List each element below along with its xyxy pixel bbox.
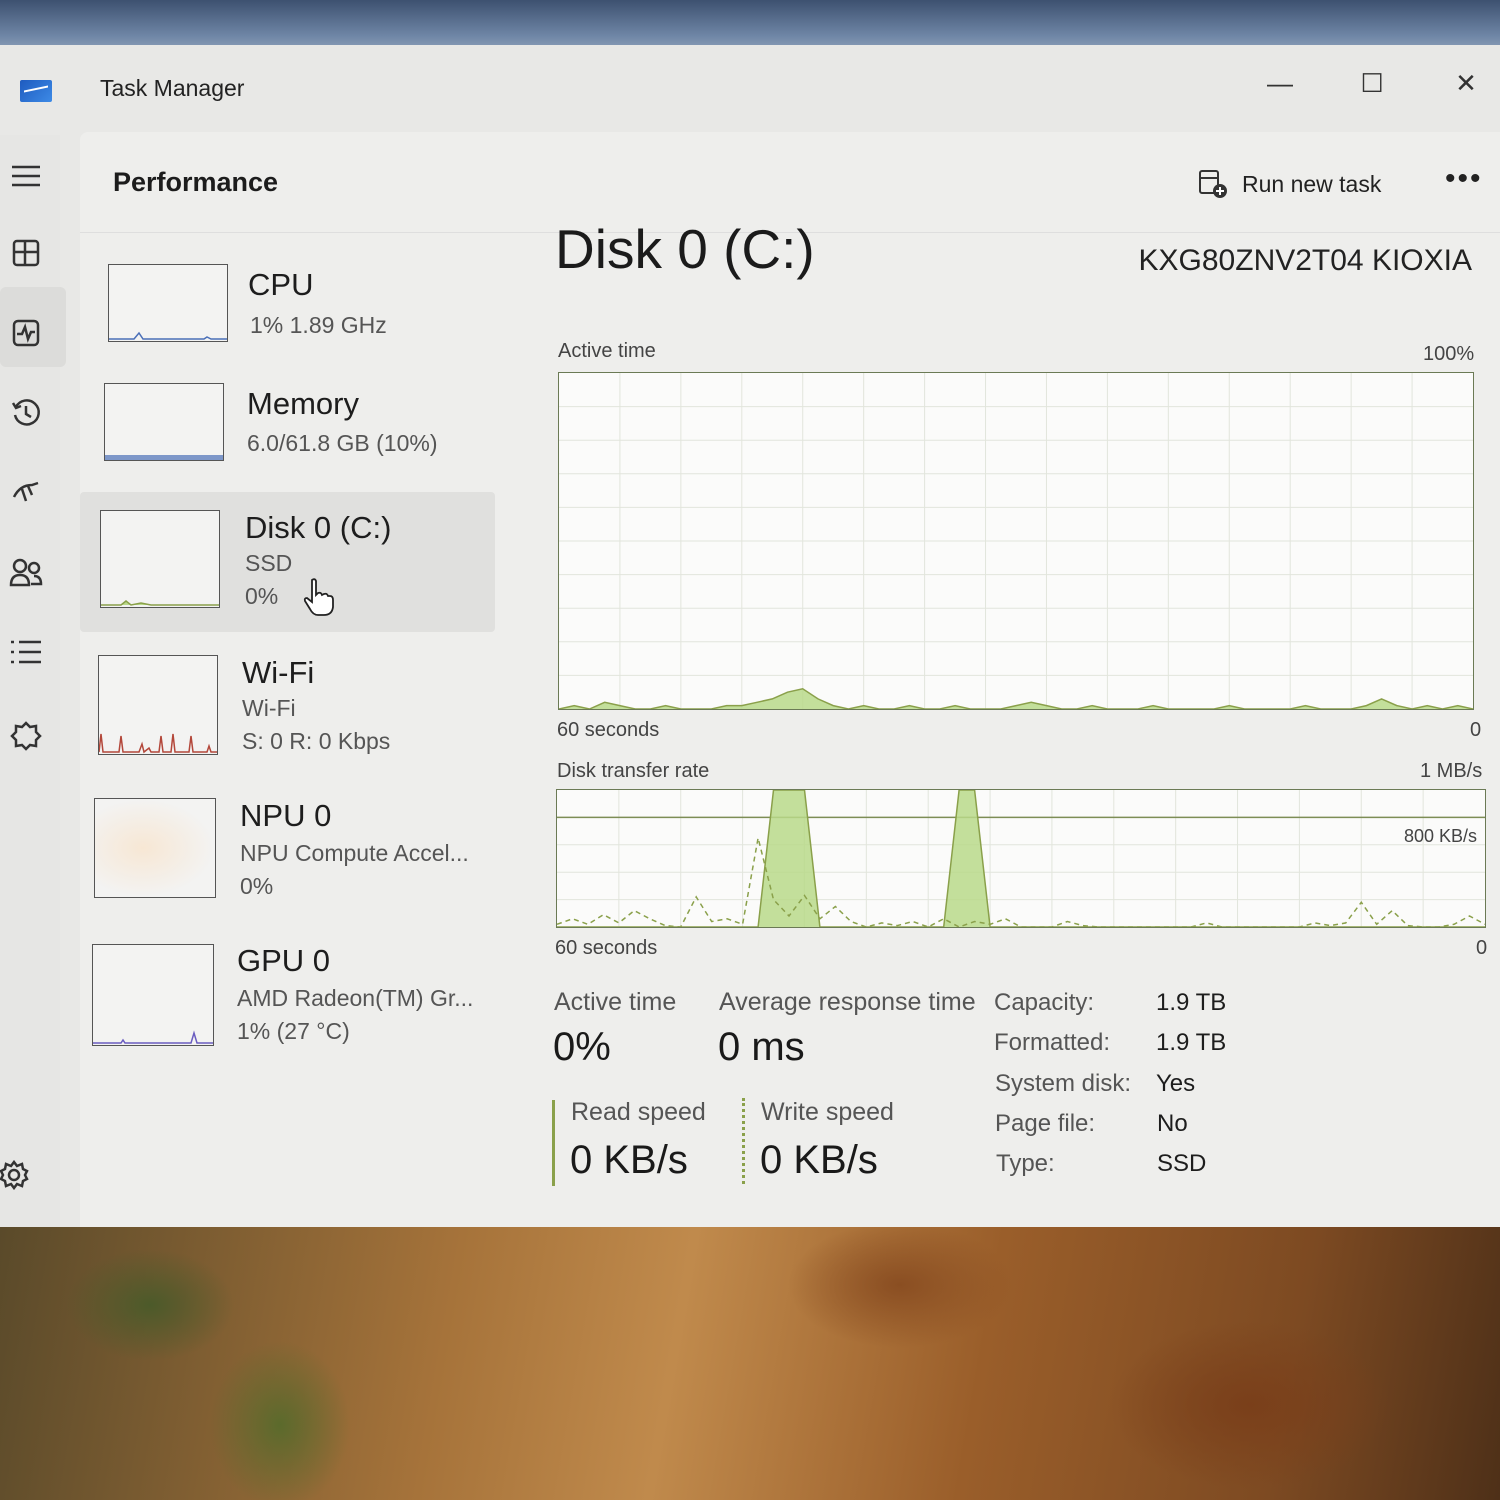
prop-system-disk-key: System disk:: [995, 1070, 1132, 1097]
close-button[interactable]: ✕: [1446, 63, 1486, 103]
disk-thumbnail-graph: [100, 510, 220, 608]
prop-formatted-key: Formatted:: [994, 1029, 1111, 1056]
stat-read-value: 0 KB/s: [570, 1138, 688, 1182]
desktop-wallpaper-rocks: [0, 1225, 1500, 1500]
performance-icon[interactable]: [6, 318, 46, 358]
sidebar-item-sub: Wi-Fi: [242, 695, 296, 721]
sidebar-item-sub: S: 0 R: 0 Kbps: [242, 728, 391, 754]
sidebar-item-sub: 1% (27 °C): [237, 1018, 350, 1044]
resource-item-memory[interactable]: Memory 6.0/61.8 GB (10%): [80, 372, 495, 512]
sidebar-item-name: GPU 0: [237, 943, 331, 978]
hamburger-icon[interactable]: [6, 160, 46, 200]
processes-icon[interactable]: [6, 238, 46, 278]
maximize-button[interactable]: ☐: [1352, 63, 1392, 103]
transfer-graph-max: 1 MB/s: [1420, 760, 1483, 782]
active-time-x-left: 60 seconds: [557, 719, 660, 741]
sidebar-item-name: NPU 0: [240, 798, 332, 833]
active-time-series-line: [558, 687, 1474, 710]
active-time-x-right: 0: [1470, 719, 1482, 741]
sidebar-item-sub: SSD: [245, 550, 293, 576]
resource-item-disk-0[interactable]: Disk 0 (C:) SSD 0%: [80, 492, 495, 632]
wifi-thumbnail-graph: [98, 655, 218, 755]
navigation-rail: [0, 135, 66, 1227]
startup-icon[interactable]: [6, 477, 46, 517]
stat-write-label: Write speed: [761, 1098, 894, 1126]
page-title: Performance: [113, 167, 279, 197]
sidebar-item-sub: 0%: [240, 873, 274, 899]
prop-system-disk-value: Yes: [1156, 1070, 1196, 1097]
npu-thumbnail-graph: [94, 798, 216, 898]
hand-cursor-icon: [302, 577, 336, 626]
disk-model: KXG80ZNV2T04 KIOXIA: [1138, 244, 1472, 277]
performance-page: Performance Run new task ••• CPU 1% 1.89…: [80, 132, 1500, 1227]
prop-formatted-value: 1.9 TB: [1156, 1029, 1227, 1056]
run-new-task-button[interactable]: Run new task: [1198, 164, 1381, 204]
sidebar-item-name: Memory: [247, 386, 359, 421]
prop-page-file-key: Page file:: [995, 1110, 1096, 1137]
services-icon[interactable]: [6, 720, 46, 760]
read-series-fill: [557, 790, 1485, 927]
stat-write-value: 0 KB/s: [760, 1138, 878, 1182]
active-time-graph-max: 100%: [1423, 343, 1475, 365]
active-time-graph-label: Active time: [558, 340, 656, 362]
sidebar-item-sub: 6.0/61.8 GB (10%): [247, 430, 438, 456]
title-bar[interactable]: Task Manager — ☐ ✕: [0, 45, 1500, 135]
stat-active-time-label: Active time: [554, 988, 677, 1016]
write-series-line: [556, 837, 1486, 928]
write-speed-indicator: [742, 1098, 745, 1184]
resource-item-wifi[interactable]: Wi-Fi Wi-Fi S: 0 R: 0 Kbps: [80, 637, 495, 777]
disk-detail-title: Disk 0 (C:): [555, 218, 815, 280]
resource-item-npu-0[interactable]: NPU 0 NPU Compute Accel... 0%: [80, 782, 495, 922]
gpu-thumbnail-graph: [92, 944, 214, 1046]
resource-item-cpu[interactable]: CPU 1% 1.89 GHz: [80, 252, 495, 392]
stat-avg-response-value: 0 ms: [718, 1025, 805, 1069]
active-time-graph: [558, 372, 1474, 710]
task-manager-window: Task Manager — ☐ ✕ Performance Run new t…: [0, 45, 1500, 1227]
minimize-button[interactable]: —: [1260, 63, 1300, 103]
resource-item-gpu-0[interactable]: GPU 0 AMD Radeon(TM) Gr... 1% (27 °C): [80, 927, 495, 1067]
prop-type-value: SSD: [1157, 1150, 1207, 1177]
transfer-graph-label: Disk transfer rate: [557, 760, 710, 782]
sidebar-item-name: Disk 0 (C:): [245, 510, 392, 545]
sidebar-item-sub: 0%: [245, 583, 279, 609]
run-new-task-label: Run new task: [1242, 170, 1382, 197]
settings-icon[interactable]: [0, 1159, 34, 1200]
app-history-icon[interactable]: [6, 397, 46, 437]
cpu-thumbnail-graph: [108, 264, 228, 342]
prop-capacity-value: 1.9 TB: [1156, 989, 1227, 1016]
sidebar-item-sub: AMD Radeon(TM) Gr...: [237, 985, 474, 1011]
task-manager-app-icon: [20, 80, 52, 102]
stat-avg-response-label: Average response time: [719, 988, 976, 1016]
read-series-line: [557, 789, 1485, 928]
details-icon[interactable]: [6, 637, 46, 677]
transfer-x-right: 0: [1476, 937, 1488, 959]
transfer-x-left: 60 seconds: [555, 937, 658, 959]
sidebar-item-sub: 1% 1.89 GHz: [250, 312, 387, 338]
stat-active-time-value: 0%: [553, 1025, 611, 1069]
sidebar-item-name: CPU: [248, 267, 314, 302]
more-options-button[interactable]: •••: [1445, 162, 1483, 196]
prop-capacity-key: Capacity:: [994, 989, 1095, 1016]
sidebar-item-name: Wi-Fi: [242, 655, 315, 690]
stat-read-label: Read speed: [571, 1098, 706, 1126]
users-icon[interactable]: [6, 557, 46, 597]
window-title: Task Manager: [100, 75, 245, 101]
transfer-mid-label: 800 KB/s: [1403, 826, 1477, 846]
prop-page-file-value: No: [1157, 1110, 1188, 1137]
run-task-icon: [1198, 169, 1228, 199]
sidebar-item-sub: NPU Compute Accel...: [240, 840, 469, 866]
memory-thumbnail-graph: [104, 383, 224, 461]
prop-type-key: Type:: [996, 1150, 1055, 1177]
transfer-rate-graph: 800 KB/s: [556, 789, 1486, 928]
read-speed-indicator: [552, 1100, 555, 1186]
